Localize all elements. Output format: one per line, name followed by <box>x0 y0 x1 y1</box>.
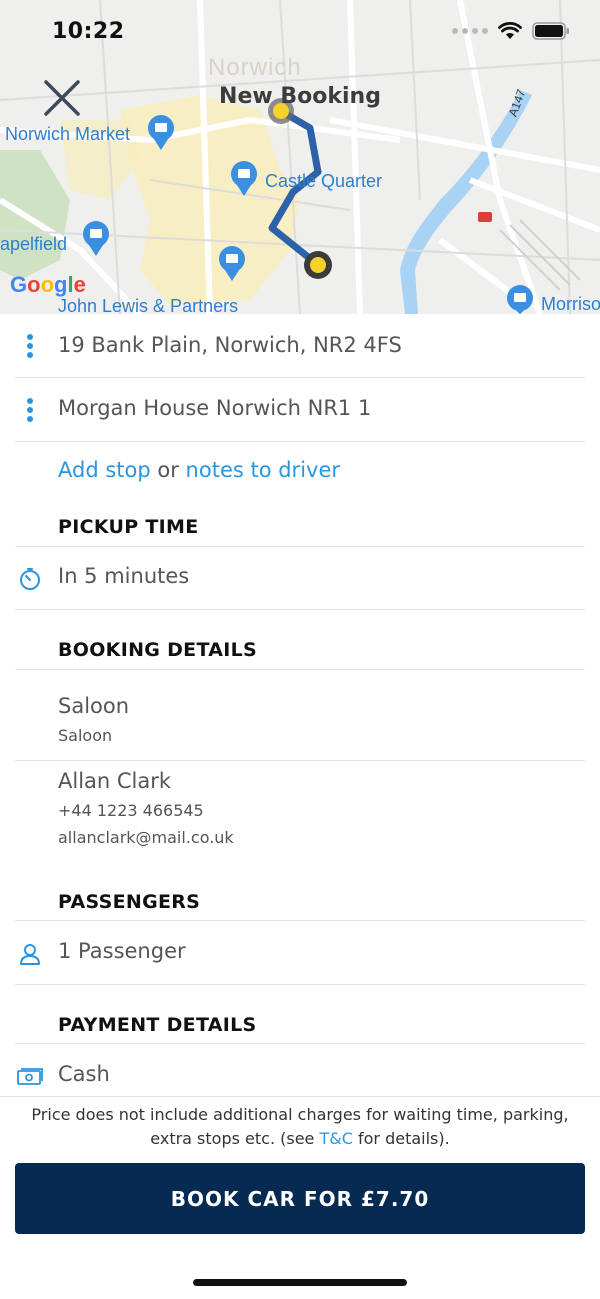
divider <box>15 920 585 921</box>
drag-handle-icon[interactable] <box>16 332 44 360</box>
map-label-morrisons: Morriso <box>541 294 600 314</box>
map-label-chapelfield: apelfield <box>0 234 68 254</box>
cash-icon <box>16 1063 44 1091</box>
home-indicator[interactable] <box>193 1279 407 1286</box>
section-title-pickup-time: PICKUP TIME <box>58 516 199 538</box>
vehicle-subtype: Saloon <box>58 726 113 745</box>
divider <box>15 546 585 547</box>
book-car-button[interactable]: BOOK CAR FOR £7.70 <box>15 1163 585 1234</box>
timer-icon <box>16 565 44 593</box>
passenger-name: Allan Clark <box>58 769 172 793</box>
map-label-castle-quarter: Castle Quarter <box>265 171 383 191</box>
divider <box>15 1043 585 1044</box>
section-title-passengers: PASSENGERS <box>58 891 201 913</box>
divider <box>15 609 585 610</box>
divider <box>15 669 585 670</box>
map-label-norwich-market: Norwich Market <box>5 124 131 144</box>
signal-dots-icon <box>452 28 488 34</box>
passenger-count: 1 Passenger <box>58 939 186 963</box>
battery-icon <box>532 22 569 40</box>
section-title-booking-details: BOOKING DETAILS <box>58 639 257 661</box>
status-time: 10:22 <box>52 19 125 44</box>
dropoff-address: Morgan House Norwich NR1 1 <box>58 396 372 420</box>
wifi-icon <box>498 22 522 39</box>
close-button[interactable] <box>40 76 84 120</box>
divider <box>15 984 585 985</box>
status-bar: 10:22 <box>0 0 600 66</box>
terms-link[interactable]: T&C <box>319 1129 352 1148</box>
payment-method: Cash <box>58 1062 110 1086</box>
or-text: or <box>157 458 179 482</box>
add-stop-link[interactable]: Add stop <box>58 458 151 482</box>
notes-to-driver-link[interactable]: notes to driver <box>186 458 340 482</box>
passenger-phone: +44 1223 466545 <box>58 801 204 820</box>
price-notice-line2: extra stops etc. (see T&C for details). <box>150 1129 450 1148</box>
pickup-address: 19 Bank Plain, Norwich, NR2 4FS <box>58 333 402 357</box>
price-notice: Price does not include additional charge… <box>0 1096 600 1158</box>
passenger-email: allanclark@mail.co.uk <box>58 828 234 847</box>
drag-handle-icon[interactable] <box>16 396 44 424</box>
divider <box>15 441 585 442</box>
pickup-time-value: In 5 minutes <box>58 564 190 588</box>
section-title-payment-details: PAYMENT DETAILS <box>58 1014 257 1036</box>
price-notice-line1: Price does not include additional charge… <box>31 1105 569 1124</box>
divider <box>15 377 585 378</box>
route-map[interactable]: Norwich Norwich Market Castle Quarter ap… <box>0 0 600 314</box>
vehicle-type: Saloon <box>58 694 130 718</box>
map-label-john-lewis: John Lewis & Partners <box>58 296 239 314</box>
divider <box>15 760 585 761</box>
close-icon <box>44 80 80 116</box>
add-stop-row: Add stop or notes to driver <box>58 458 340 482</box>
google-logo: Google <box>10 272 86 297</box>
person-icon <box>16 940 44 968</box>
page-title: New Booking <box>219 84 381 109</box>
